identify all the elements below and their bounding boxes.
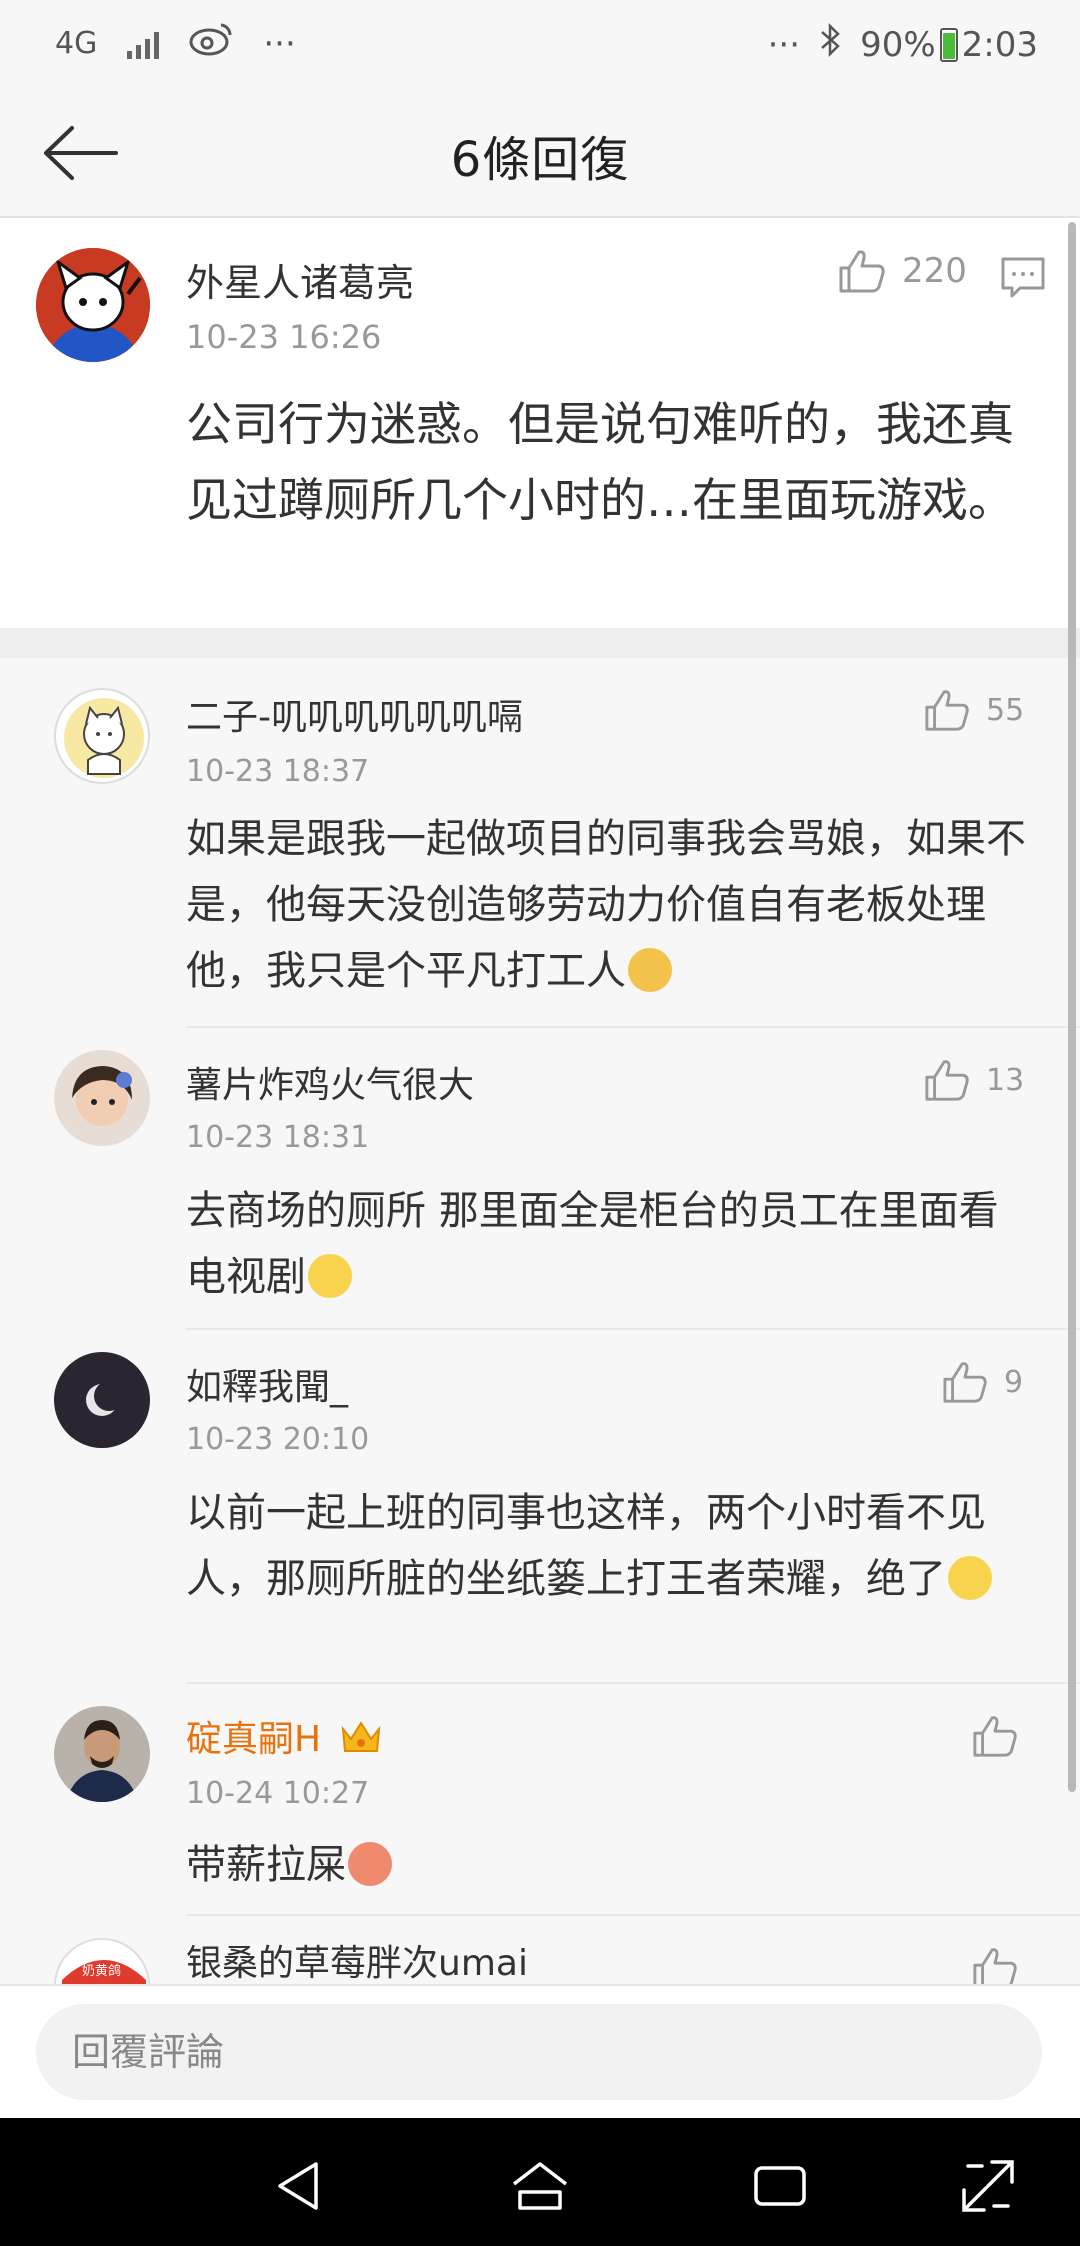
- scrollbar[interactable]: [1068, 222, 1076, 1792]
- reply-text: 如果是跟我一起做项目的同事我会骂娘，如果不是，他每天没创造够劳动力价值自有老板处…: [186, 806, 1036, 1004]
- weibo-icon: [189, 22, 233, 65]
- section-divider: [0, 628, 1080, 658]
- reply-time: 10-23 18:31: [186, 1120, 370, 1155]
- comment-text: 公司行为迷惑。但是说句难听的，我还真见过蹲厕所几个小时的…在里面玩游戏。: [186, 397, 1014, 527]
- username[interactable]: 如釋我聞_: [186, 1358, 348, 1410]
- comment-icon[interactable]: [1000, 256, 1046, 304]
- thumbs-up-icon: [925, 1060, 969, 1101]
- reply-text: 带薪拉屎: [186, 1832, 1036, 1898]
- clock: 2:03: [961, 24, 1038, 65]
- like-count: 220: [902, 251, 967, 291]
- recents-icon: [754, 2166, 806, 2206]
- avatar[interactable]: [36, 248, 150, 362]
- avatar-badge: 奶黄鸽: [82, 1964, 122, 1979]
- main-comment: 外星人诸葛亮 10-23 16:26 220 公司行为迷惑。但是说句难听的，我还…: [0, 218, 1080, 628]
- avatar[interactable]: [54, 1050, 150, 1146]
- bluetooth-icon: [818, 22, 842, 67]
- thinking-emoji-icon: [308, 1254, 352, 1298]
- status-bar: 4G ··· ··· 90% 2:03: [0, 0, 1080, 90]
- triangle-back-icon: [278, 2162, 318, 2210]
- network-label: 4G: [55, 26, 98, 61]
- avatar[interactable]: [54, 688, 150, 784]
- reply-item: 薯片炸鸡火气很大 10-23 18:31 13 去商场的厕所 那里面全是柜台的员…: [0, 1028, 1080, 1330]
- like-button[interactable]: 220: [838, 248, 967, 294]
- like-button[interactable]: 13: [924, 1058, 1024, 1102]
- thumbs-up-icon: [943, 1362, 987, 1403]
- like-count: 55: [986, 692, 1025, 728]
- nav-home-button[interactable]: [510, 2156, 570, 2216]
- grin-emoji-icon: [348, 1842, 392, 1886]
- nav-recents-button[interactable]: [750, 2156, 810, 2216]
- reply-item: 奶黄鸽 银桑的草莓胖次umai: [0, 1916, 1080, 1984]
- username[interactable]: 二子-叽叽叽叽叽叽嗝: [186, 688, 523, 740]
- reply-item: 如釋我聞_ 10-23 20:10 9 以前一起上班的同事也这样，两个小时看不见…: [0, 1330, 1080, 1684]
- username[interactable]: 薯片炸鸡火气很大: [186, 1056, 474, 1108]
- username-vip[interactable]: 碇真嗣H: [186, 1710, 383, 1762]
- nav-back-button[interactable]: [270, 2156, 330, 2216]
- more-indicator: ···: [263, 23, 296, 64]
- doge-emoji-icon: [628, 948, 672, 992]
- more-indicator-right: ···: [767, 24, 801, 65]
- expand-icon: [962, 2160, 1014, 2212]
- thumbs-up-icon: [973, 1716, 1017, 1757]
- avatar[interactable]: [54, 1352, 150, 1448]
- reply-text-content: 带薪拉屎: [186, 1842, 346, 1888]
- battery-icon: [939, 27, 958, 62]
- reply-item: 碇真嗣H 10-24 10:27 带薪拉屎: [0, 1684, 1080, 1916]
- reply-text-content: 以前一起上班的同事也这样，两个小时看不见人，那厕所脏的坐纸篓上打王者荣耀，绝了: [186, 1490, 986, 1602]
- thumbs-up-icon: [925, 690, 969, 731]
- laughing-emoji-icon: [948, 1556, 992, 1600]
- avatar[interactable]: [54, 1706, 150, 1802]
- thumbs-up-icon: [973, 1948, 1017, 1984]
- nav-expand-button[interactable]: [958, 2156, 1018, 2216]
- reply-time: 10-24 10:27: [186, 1776, 370, 1811]
- reply-text: 去商场的厕所 那里面全是柜台的员工在里面看电视剧: [186, 1178, 1036, 1310]
- username[interactable]: 银桑的草莓胖次umai: [186, 1934, 528, 1984]
- page-title: 6條回復: [450, 132, 630, 188]
- reply-text-content: 去商场的厕所 那里面全是柜台的员工在里面看电视剧: [186, 1188, 999, 1300]
- reply-time: 10-23 18:37: [186, 754, 370, 789]
- comment-time: 10-23 16:26: [186, 318, 382, 356]
- reply-input[interactable]: 回覆評論: [36, 2004, 1042, 2100]
- reply-text: 以前一起上班的同事也这样，两个小时看不见人，那厕所脏的坐纸篓上打王者荣耀，绝了: [186, 1480, 1036, 1612]
- like-count: 13: [986, 1062, 1025, 1098]
- avatar[interactable]: 奶黄鸽: [54, 1938, 150, 1984]
- reply-item: 二子-叽叽叽叽叽叽嗝 10-23 18:37 55 如果是跟我一起做项目的同事我…: [0, 658, 1080, 1028]
- like-count: 9: [1004, 1364, 1024, 1400]
- reply-time: 10-23 20:10: [186, 1422, 370, 1457]
- system-nav-bar: [0, 2118, 1080, 2246]
- battery-percent: 90%: [860, 24, 936, 65]
- thumbs-up-icon: [839, 250, 885, 293]
- crown-icon: [341, 1721, 380, 1752]
- username[interactable]: 外星人诸葛亮: [186, 252, 414, 307]
- reply-bar: 回覆評論: [0, 1984, 1080, 2118]
- signal-icon: [127, 29, 160, 59]
- nav-header: 6條回復: [0, 90, 1080, 218]
- username: 碇真嗣H: [186, 1719, 322, 1760]
- reply-text-content: 如果是跟我一起做项目的同事我会骂娘，如果不是，他每天没创造够劳动力价值自有老板处…: [186, 816, 1026, 994]
- like-button[interactable]: 55: [924, 688, 1024, 732]
- home-icon: [512, 2162, 568, 2210]
- like-button[interactable]: [972, 1714, 1018, 1758]
- like-button[interactable]: [972, 1946, 1018, 1984]
- like-button[interactable]: 9: [942, 1360, 1023, 1404]
